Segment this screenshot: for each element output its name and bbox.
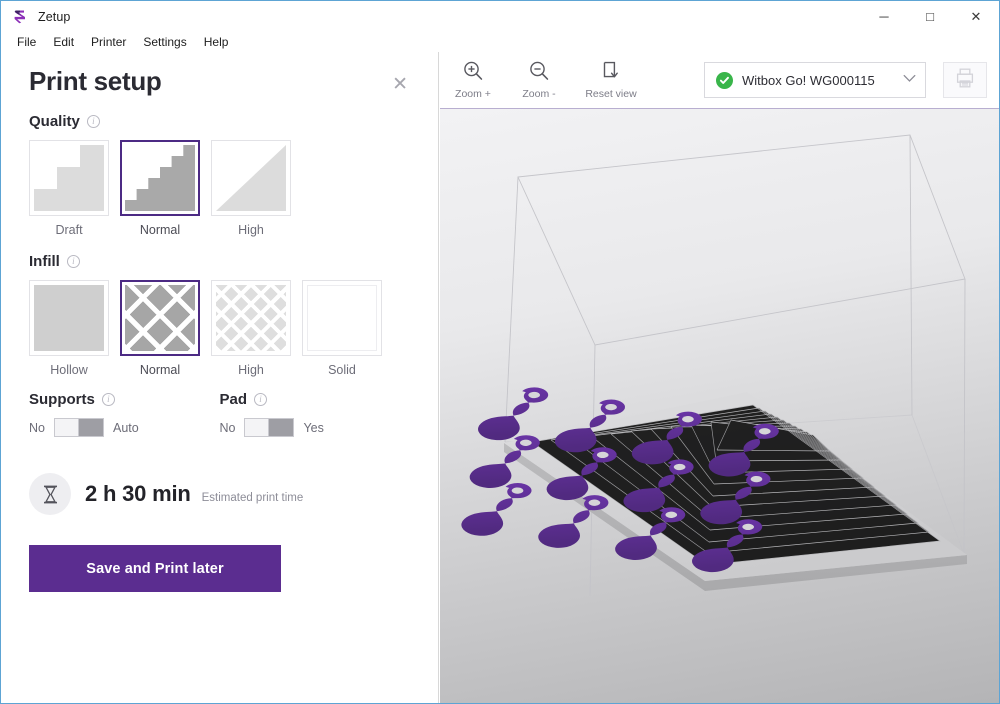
app-title: Zetup	[38, 10, 70, 24]
infill-high-label: High	[211, 363, 291, 377]
infill-option-hollow[interactable]: Hollow	[29, 280, 109, 377]
printer-name-label: Witbox Go! WG000115	[742, 73, 894, 88]
print-setup-panel: Print setup ✕ Quality i Draft	[1, 52, 439, 703]
estimated-time-value: 2 h 30 min	[85, 481, 191, 507]
infill-section-header: Infill i	[29, 253, 410, 270]
check-circle-icon	[716, 72, 733, 89]
quality-draft-thumbnail	[29, 140, 109, 216]
quality-section-title: Quality	[29, 113, 80, 130]
supports-on-label: Auto	[113, 421, 139, 435]
infill-options: Hollow Normal High Solid	[29, 280, 410, 377]
menu-item-printer[interactable]: Printer	[83, 33, 135, 51]
quality-option-draft[interactable]: Draft	[29, 140, 109, 237]
menu-item-file[interactable]: File	[9, 33, 45, 51]
chevron-down-icon	[903, 74, 916, 86]
pad-toggle[interactable]	[244, 418, 294, 437]
viewer-toolbar: Zoom + Zoom -	[440, 52, 999, 109]
estimated-time-row: 2 h 30 min Estimated print time	[29, 473, 410, 515]
infill-solid-label: Solid	[302, 363, 382, 377]
save-and-print-later-button[interactable]: Save and Print later	[29, 545, 281, 592]
quality-normal-thumbnail	[120, 140, 200, 216]
panel-header: Print setup ✕	[29, 66, 410, 97]
printed-object	[454, 479, 544, 540]
infill-section-title: Infill	[29, 253, 60, 270]
minimize-button[interactable]: ─	[861, 1, 907, 32]
close-panel-icon[interactable]: ✕	[392, 75, 408, 94]
quality-section-header: Quality i	[29, 113, 410, 130]
hourglass-icon	[29, 473, 71, 515]
toggle-knob	[55, 419, 79, 436]
pad-section-title: Pad	[220, 391, 248, 408]
supports-toggle-row: No Auto	[29, 418, 220, 437]
3d-scene	[440, 109, 999, 703]
title-bar: Zetup ─ □ ✕	[1, 1, 999, 32]
reset-view-button[interactable]: Reset view	[572, 52, 650, 109]
quality-high-label: High	[211, 223, 291, 237]
pad-toggle-row: No Yes	[220, 418, 411, 437]
estimated-time-caption: Estimated print time	[202, 492, 304, 504]
close-window-button[interactable]: ✕	[953, 1, 999, 32]
infill-high-thumbnail	[211, 280, 291, 356]
quality-option-high[interactable]: High	[211, 140, 291, 237]
quality-normal-label: Normal	[120, 223, 200, 237]
supports-group: Supports i No Auto	[29, 391, 220, 437]
info-icon[interactable]: i	[102, 393, 115, 406]
pad-off-label: No	[220, 421, 236, 435]
supports-section-title: Supports	[29, 391, 95, 408]
supports-off-label: No	[29, 421, 45, 435]
maximize-button[interactable]: □	[907, 1, 953, 32]
menu-bar: File Edit Printer Settings Help	[1, 32, 999, 52]
viewer-pane: Zoom + Zoom -	[440, 52, 999, 703]
supports-toggle[interactable]	[54, 418, 104, 437]
zetup-z-logo-icon	[7, 1, 33, 32]
infill-option-normal[interactable]: Normal	[120, 280, 200, 377]
quality-high-thumbnail	[211, 140, 291, 216]
quality-draft-label: Draft	[29, 223, 109, 237]
reset-view-icon	[600, 60, 622, 85]
info-icon[interactable]: i	[254, 393, 267, 406]
zoom-out-icon	[528, 60, 550, 85]
app-window: Zetup ─ □ ✕ File Edit Printer Settings H…	[0, 0, 1000, 704]
printer-select-dropdown[interactable]: Witbox Go! WG000115	[704, 62, 926, 98]
infill-hollow-label: Hollow	[29, 363, 109, 377]
zoom-in-label: Zoom +	[455, 88, 491, 100]
zoom-out-label: Zoom -	[522, 88, 555, 100]
zoom-in-button[interactable]: Zoom +	[440, 52, 506, 109]
infill-normal-thumbnail	[120, 280, 200, 356]
window-controls: ─ □ ✕	[861, 1, 999, 32]
toggles-row: Supports i No Auto Pad i No Yes	[29, 391, 410, 437]
supports-section-header: Supports i	[29, 391, 220, 408]
page-title: Print setup	[29, 66, 162, 97]
reset-view-label: Reset view	[585, 88, 636, 100]
menu-item-help[interactable]: Help	[196, 33, 238, 51]
pad-on-label: Yes	[303, 421, 323, 435]
quality-options: Draft Normal	[29, 140, 410, 237]
infill-hollow-thumbnail	[29, 280, 109, 356]
infill-option-solid[interactable]: Solid	[302, 280, 382, 377]
quality-option-normal[interactable]: Normal	[120, 140, 200, 237]
infill-normal-label: Normal	[120, 363, 200, 377]
zoom-in-icon	[462, 60, 484, 85]
pad-section-header: Pad i	[220, 391, 411, 408]
zoom-out-button[interactable]: Zoom -	[506, 52, 572, 109]
info-icon[interactable]: i	[87, 115, 100, 128]
menu-item-edit[interactable]: Edit	[45, 33, 83, 51]
print-button[interactable]	[943, 62, 987, 98]
3d-viewport[interactable]	[440, 109, 999, 703]
toggle-knob	[245, 419, 269, 436]
printer-icon	[956, 68, 974, 93]
infill-solid-thumbnail	[302, 280, 382, 356]
pad-group: Pad i No Yes	[220, 391, 411, 437]
info-icon[interactable]: i	[67, 255, 80, 268]
infill-option-high[interactable]: High	[211, 280, 291, 377]
menu-item-settings[interactable]: Settings	[135, 33, 195, 51]
